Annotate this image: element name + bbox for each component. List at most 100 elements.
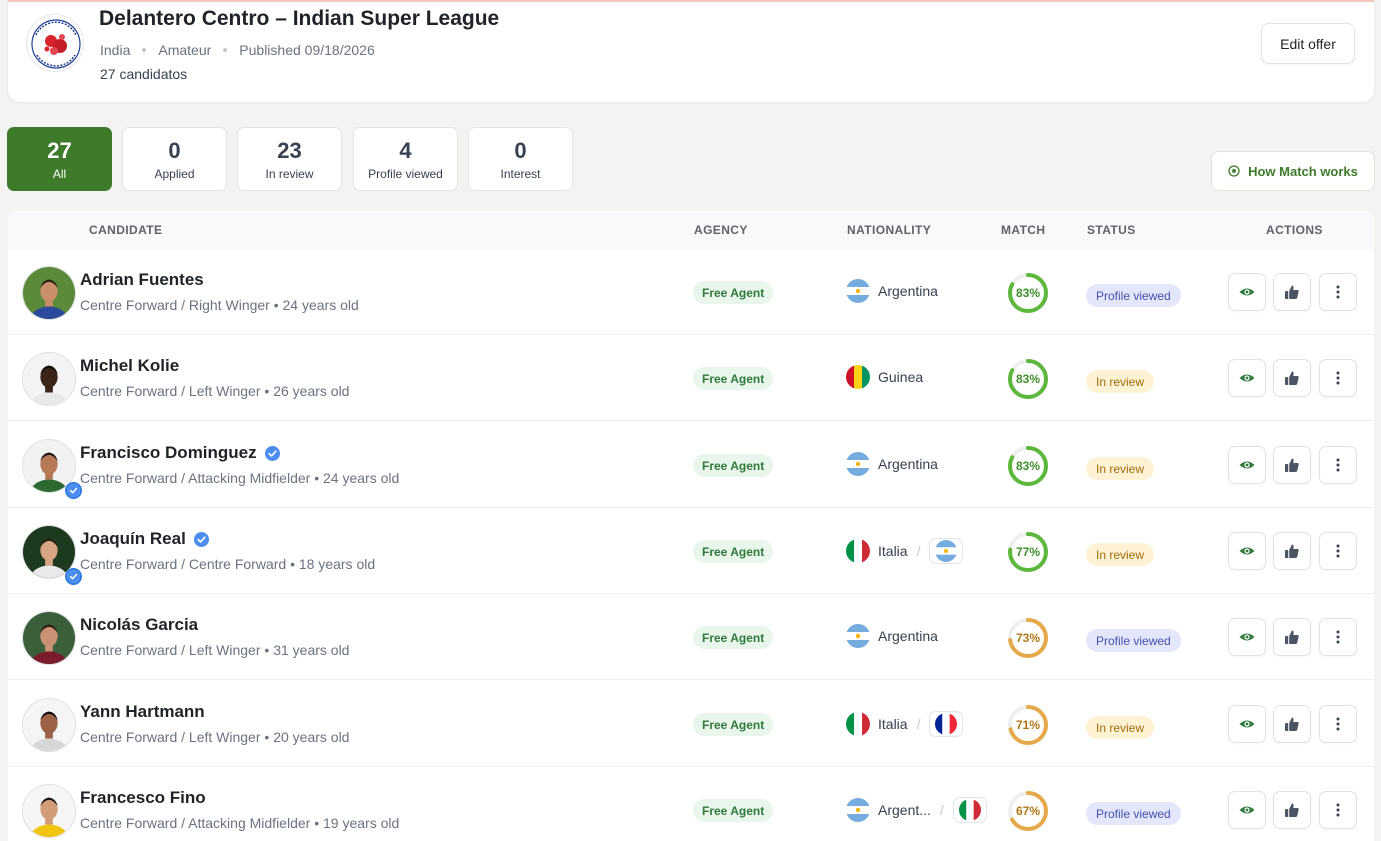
candidate-name[interactable]: Francisco Dominguez	[80, 443, 280, 463]
candidate-name[interactable]: Nicolás Garcia	[80, 615, 198, 635]
candidate-name-text: Yann Hartmann	[80, 702, 205, 721]
column-header-nationality[interactable]: NATIONALITY	[847, 223, 931, 237]
candidate-name[interactable]: Adrian Fuentes	[80, 270, 204, 290]
column-header-match[interactable]: MATCH	[1001, 223, 1045, 237]
filter-tab-applied[interactable]: 0 Applied	[122, 127, 227, 191]
thumbs-up-icon	[1283, 801, 1301, 819]
like-button[interactable]	[1273, 446, 1311, 484]
match-score-ring: 67%	[1006, 789, 1050, 833]
table-header: CANDIDATE AGENCY NATIONALITY MATCH STATU…	[8, 211, 1374, 249]
more-vertical-icon	[1329, 283, 1347, 301]
table-row[interactable]: Yann Hartmann Centre Forward / Left Winge…	[8, 681, 1374, 767]
more-options-button[interactable]	[1319, 532, 1357, 570]
candidate-positions-age: Centre Forward / Right Winger • 24 years…	[80, 297, 359, 313]
status-badge: In review	[1086, 370, 1155, 393]
offer-country: India	[100, 42, 131, 58]
match-score-ring: 83%	[1006, 357, 1050, 401]
candidate-positions-age: Centre Forward / Left Winger • 26 years …	[80, 383, 350, 399]
thumbs-up-icon	[1283, 456, 1301, 474]
candidate-name[interactable]: Francesco Fino	[80, 788, 206, 808]
avatar[interactable]	[22, 266, 76, 320]
filter-tab-count: 0	[168, 137, 181, 163]
nationality-flag-icon	[846, 365, 870, 389]
filter-tab-label: Applied	[154, 166, 195, 181]
agency-badge: Free Agent	[693, 454, 774, 477]
nationality-name: Guinea	[878, 369, 924, 385]
filter-tab-count: 0	[514, 137, 527, 163]
thumbs-up-icon	[1283, 369, 1301, 387]
eye-icon	[1238, 542, 1256, 560]
candidate-name[interactable]: Joaquín Real	[80, 529, 209, 549]
more-options-button[interactable]	[1319, 618, 1357, 656]
eye-icon	[1238, 628, 1256, 646]
how-match-works-button[interactable]: How Match works	[1211, 151, 1375, 191]
like-button[interactable]	[1273, 359, 1311, 397]
table-row[interactable]: Joaquín Real Centre Forward / Centre Forw…	[8, 508, 1374, 594]
view-profile-button[interactable]	[1228, 705, 1266, 743]
table-row[interactable]: Francisco Dominguez Centre Forward / Atta…	[8, 422, 1374, 508]
column-header-agency[interactable]: AGENCY	[694, 223, 748, 237]
table-row[interactable]: Michel Kolie Centre Forward / Left Winger…	[8, 335, 1374, 421]
avatar[interactable]	[22, 352, 76, 406]
agency-badge: Free Agent	[693, 713, 774, 736]
like-button[interactable]	[1273, 618, 1311, 656]
match-score-value: 71%	[1015, 718, 1041, 732]
match-score-ring: 77%	[1006, 530, 1050, 574]
more-options-button[interactable]	[1319, 273, 1357, 311]
status-badge: Profile viewed	[1086, 629, 1181, 652]
column-header-candidate[interactable]: CANDIDATE	[89, 223, 162, 237]
nationality-cell: Argent... /	[846, 797, 987, 823]
nationality-flag-icon	[846, 452, 870, 476]
status-badge: In review	[1086, 543, 1155, 566]
match-score-ring: 73%	[1006, 616, 1050, 660]
view-profile-button[interactable]	[1228, 618, 1266, 656]
more-vertical-icon	[1329, 369, 1347, 387]
avatar[interactable]	[22, 784, 76, 838]
match-score-ring: 83%	[1006, 444, 1050, 488]
thumbs-up-icon	[1283, 283, 1301, 301]
nationality-separator: /	[916, 716, 921, 732]
like-button[interactable]	[1273, 273, 1311, 311]
nationality-cell: Guinea	[846, 365, 923, 389]
nationality-flag-icon	[846, 279, 870, 303]
nationality-name: Argentina	[878, 283, 938, 299]
nationality-flag-icon	[846, 539, 870, 563]
avatar[interactable]	[22, 698, 76, 752]
view-profile-button[interactable]	[1228, 359, 1266, 397]
filter-tab-in-review[interactable]: 23 In review	[237, 127, 342, 191]
table-row[interactable]: Nicolás Garcia Centre Forward / Left Wing…	[8, 594, 1374, 680]
filter-tab-all[interactable]: 27 All	[7, 127, 112, 191]
like-button[interactable]	[1273, 705, 1311, 743]
edit-offer-button[interactable]: Edit offer	[1261, 23, 1355, 64]
view-profile-button[interactable]	[1228, 273, 1266, 311]
more-options-button[interactable]	[1319, 446, 1357, 484]
match-score-value: 73%	[1015, 631, 1041, 645]
view-profile-button[interactable]	[1228, 791, 1266, 829]
meta-separator-dot	[142, 48, 147, 52]
table-row[interactable]: Adrian Fuentes Centre Forward / Right Win…	[8, 249, 1374, 335]
candidate-name[interactable]: Michel Kolie	[80, 356, 179, 376]
more-options-button[interactable]	[1319, 705, 1357, 743]
eye-icon	[1238, 283, 1256, 301]
filter-tab-interest[interactable]: 0 Interest	[468, 127, 573, 191]
avatar[interactable]	[22, 611, 76, 665]
candidate-name[interactable]: Yann Hartmann	[80, 702, 205, 722]
nationality-name: Argent...	[878, 802, 931, 818]
match-score-ring: 71%	[1006, 703, 1050, 747]
more-options-button[interactable]	[1319, 359, 1357, 397]
view-profile-button[interactable]	[1228, 532, 1266, 570]
thumbs-up-icon	[1283, 542, 1301, 560]
more-options-button[interactable]	[1319, 791, 1357, 829]
table-row[interactable]: Francesco Fino Centre Forward / Attacking…	[8, 767, 1374, 841]
column-header-actions: ACTIONS	[1266, 223, 1323, 237]
column-header-status[interactable]: STATUS	[1087, 223, 1136, 237]
candidate-name-text: Francisco Dominguez	[80, 443, 257, 462]
like-button[interactable]	[1273, 532, 1311, 570]
like-button[interactable]	[1273, 791, 1311, 829]
candidate-positions-age: Centre Forward / Left Winger • 31 years …	[80, 642, 350, 658]
offer-meta: India Amateur Published 09/18/2026	[100, 42, 375, 58]
more-vertical-icon	[1329, 542, 1347, 560]
nationality-name: Argentina	[878, 456, 938, 472]
filter-tab-profile-viewed[interactable]: 4 Profile viewed	[353, 127, 458, 191]
view-profile-button[interactable]	[1228, 446, 1266, 484]
